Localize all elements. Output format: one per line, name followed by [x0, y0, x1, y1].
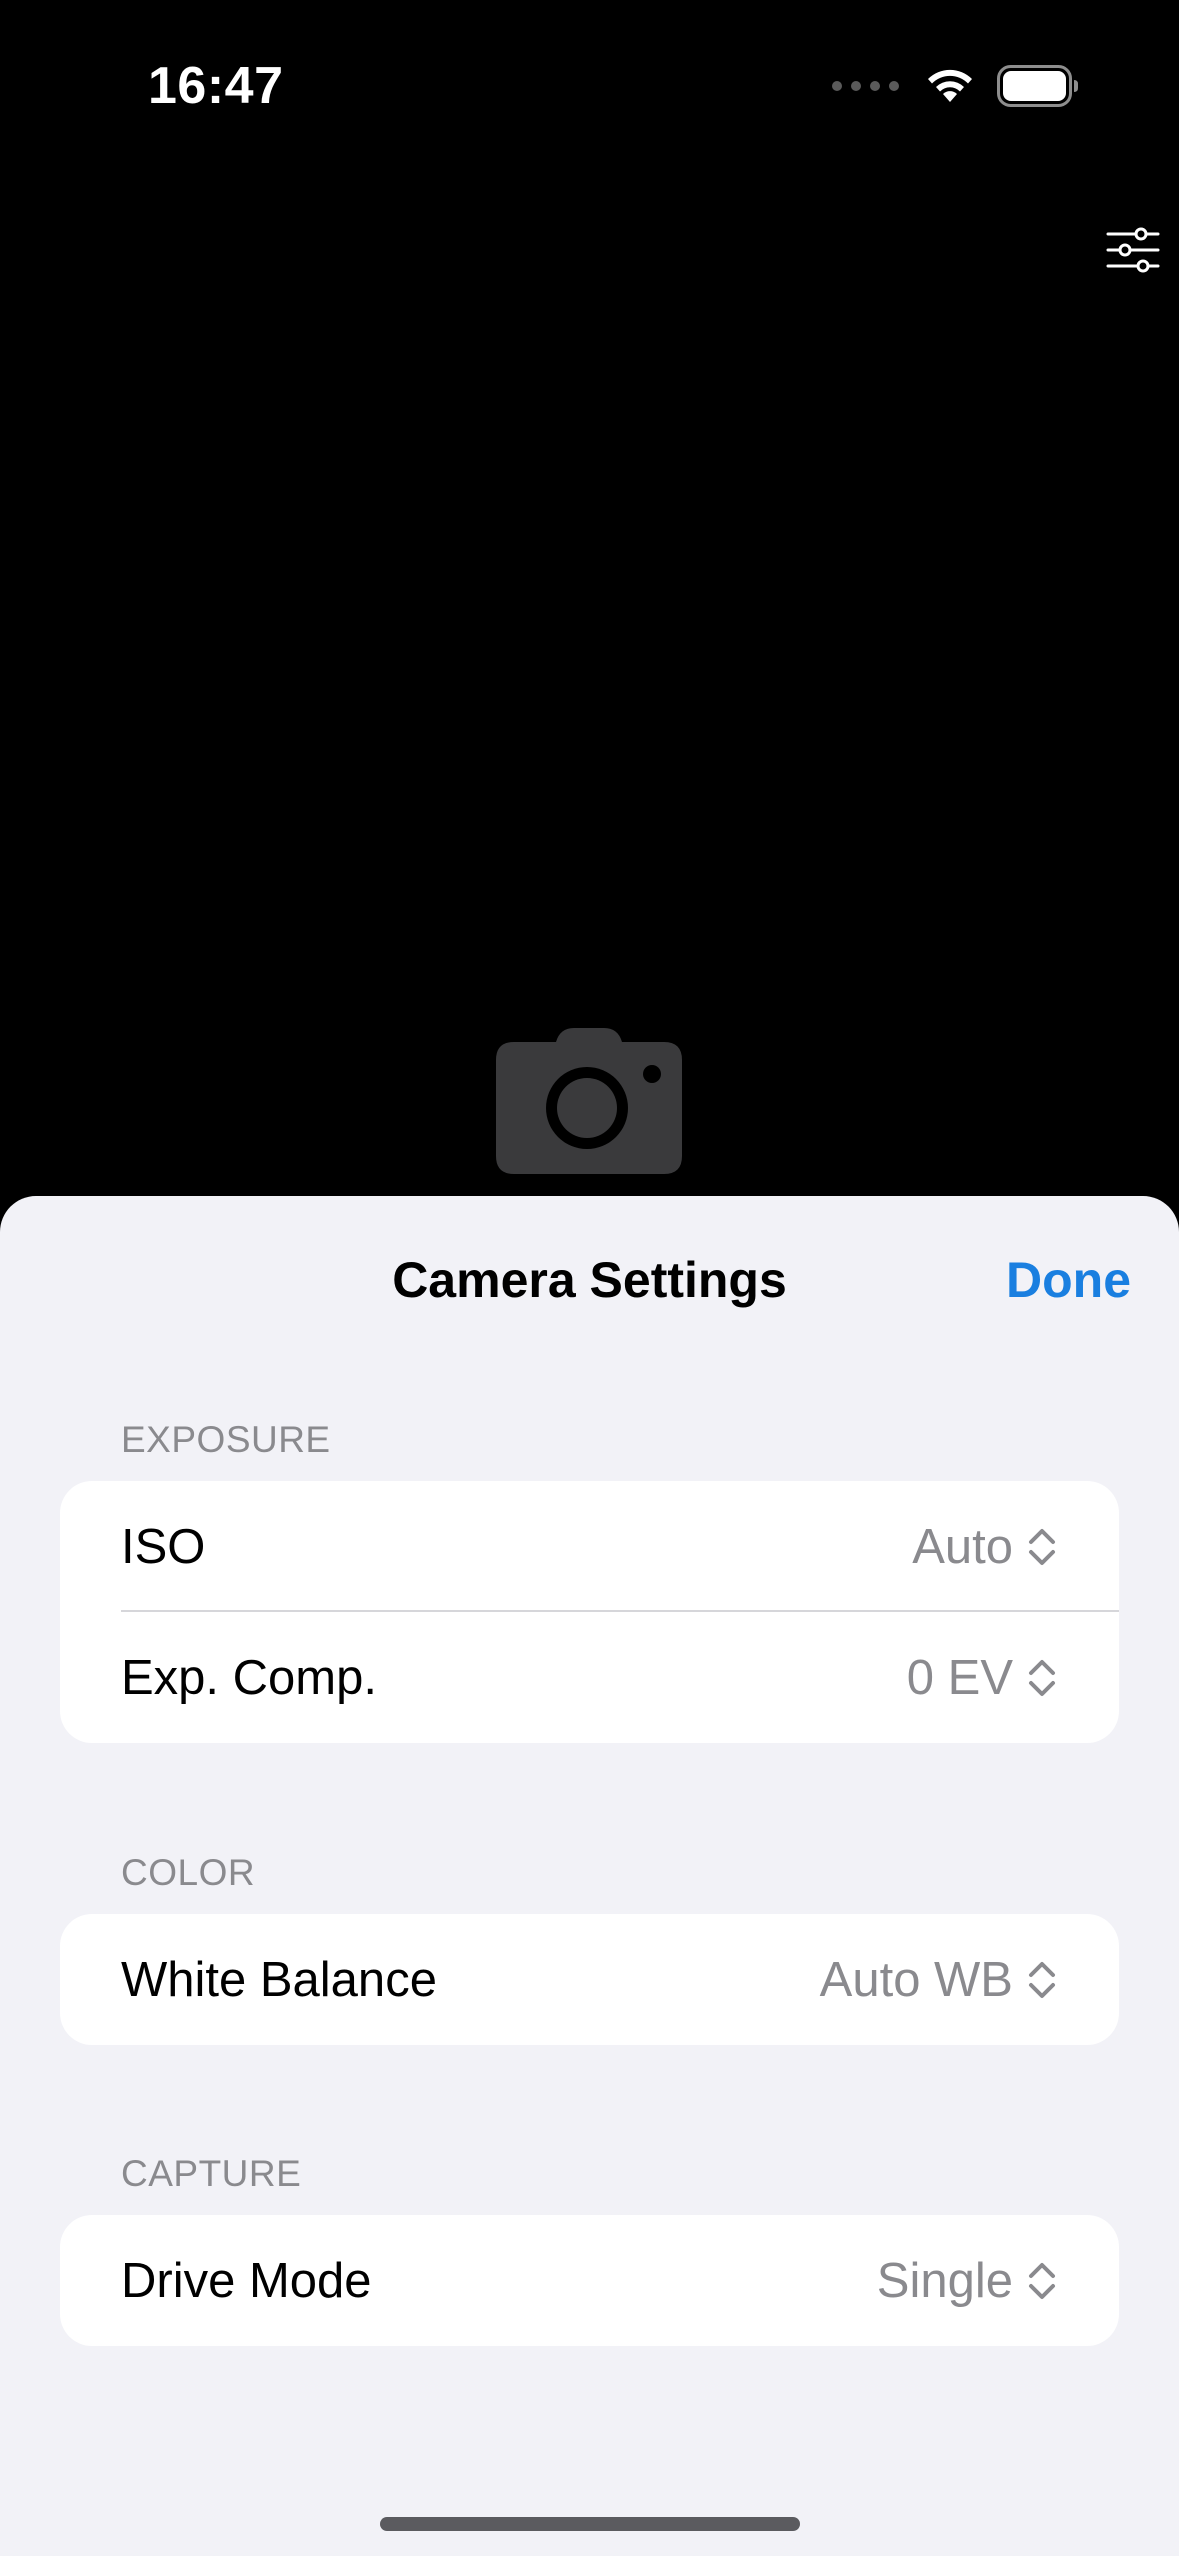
camera-settings-sheet: Camera Settings Done EXPOSURE ISO Auto E…: [0, 1196, 1179, 2556]
iso-picker[interactable]: Auto: [912, 1517, 1057, 1577]
sheet-title: Camera Settings: [392, 1252, 787, 1308]
exposure-group: ISO Auto Exp. Comp. 0 EV: [60, 1481, 1119, 1743]
home-indicator[interactable]: [380, 2517, 800, 2531]
exposure-compensation-value: 0 EV: [906, 1650, 1013, 1705]
section-header-exposure: EXPOSURE: [121, 1419, 331, 1460]
drive-mode-label: Drive Mode: [121, 2253, 372, 2308]
status-time: 16:47: [148, 57, 284, 115]
camera-placeholder: [494, 1026, 684, 1176]
exposure-compensation-picker[interactable]: 0 EV: [907, 1648, 1057, 1708]
drive-mode-value: Single: [876, 2253, 1013, 2308]
camera-icon: [496, 1028, 682, 1174]
white-balance-label: White Balance: [121, 1952, 437, 2007]
exposure-compensation-row[interactable]: Exp. Comp. 0 EV: [60, 1612, 1119, 1743]
cellular-signal-icon: [832, 81, 899, 91]
battery-icon: [997, 65, 1078, 107]
chevron-up-down-icon: [1029, 1961, 1055, 1998]
drive-mode-row[interactable]: Drive Mode Single: [60, 2215, 1119, 2346]
white-balance-value: Auto WB: [819, 1952, 1013, 2007]
chevron-up-down-icon: [1029, 1528, 1055, 1565]
chevron-up-down-icon: [1029, 1659, 1055, 1696]
capture-group: Drive Mode Single: [60, 2215, 1119, 2346]
chevron-up-down-icon: [1029, 2262, 1055, 2299]
iso-row[interactable]: ISO Auto: [60, 1481, 1119, 1612]
drive-mode-picker[interactable]: Single: [877, 2251, 1057, 2311]
screen: 16:47 Camera Settings Done EXPOSURE ISO …: [0, 0, 1179, 2556]
sliders-icon: [1106, 227, 1160, 273]
section-header-capture: CAPTURE: [121, 2153, 302, 2194]
settings-toggle-button[interactable]: [1105, 222, 1161, 278]
iso-label: ISO: [121, 1519, 206, 1574]
status-indicators: [832, 62, 1079, 110]
color-group: White Balance Auto WB: [60, 1914, 1119, 2045]
white-balance-picker[interactable]: Auto WB: [820, 1950, 1057, 2010]
white-balance-row[interactable]: White Balance Auto WB: [60, 1914, 1119, 2045]
wifi-icon: [928, 69, 972, 102]
section-header-color: COLOR: [121, 1852, 256, 1893]
done-button[interactable]: Done: [1006, 1250, 1131, 1310]
iso-value: Auto: [912, 1519, 1013, 1574]
exposure-compensation-label: Exp. Comp.: [121, 1650, 377, 1705]
